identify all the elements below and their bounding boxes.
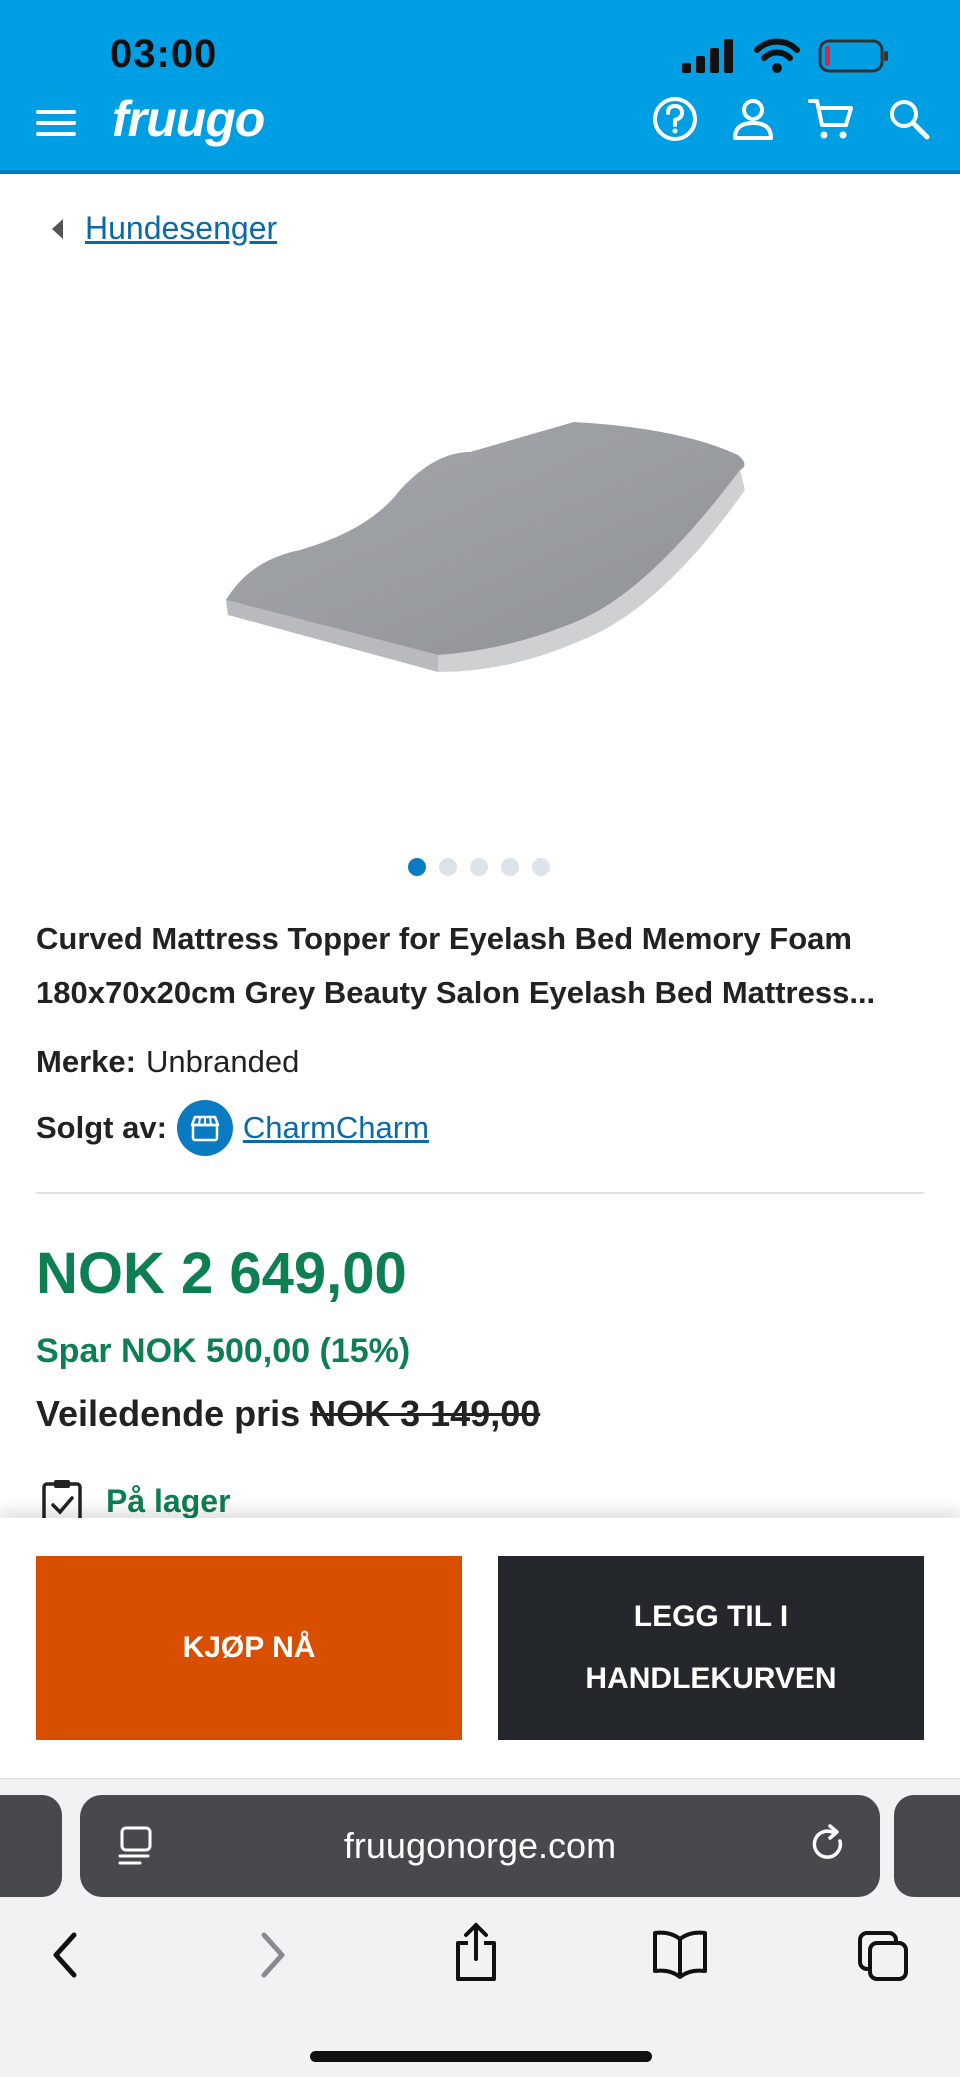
action-bar: KJØP NÅ LEGG TIL I HANDLEKURVEN: [0, 1518, 960, 1778]
rrp-row: Veiledende pris NOK 3 149,00: [36, 1393, 540, 1435]
rrp-label: Veiledende pris: [36, 1393, 301, 1434]
battery-icon: [818, 39, 888, 73]
product-title: Curved Mattress Topper for Eyelash Bed M…: [36, 921, 876, 1010]
url-text: fruugonorge.com: [343, 1825, 617, 1866]
gallery-dot[interactable]: [501, 858, 519, 876]
seller-label: Solgt av:: [36, 1110, 167, 1145]
search-icon[interactable]: [888, 98, 930, 140]
breadcrumb: Hundesenger: [52, 210, 277, 247]
wifi-icon: [754, 38, 800, 73]
header-icons: [652, 96, 930, 142]
divider: [36, 1192, 924, 1194]
brand-value: Unbranded: [145, 1044, 300, 1079]
address-bar[interactable]: fruugonorge.com: [80, 1795, 880, 1897]
store-icon[interactable]: [176, 1100, 233, 1156]
reload-icon[interactable]: [806, 1823, 850, 1867]
gallery-dot[interactable]: [532, 858, 550, 876]
help-icon[interactable]: [652, 96, 698, 142]
gallery-dots: [408, 858, 550, 876]
bookmarks-icon[interactable]: [652, 1929, 708, 1979]
browser-toolbar: fruugonorge.com: [0, 1778, 960, 2077]
add-to-cart-label-line1: LEGG TIL I: [633, 1600, 789, 1633]
forward-icon[interactable]: [256, 1929, 290, 1981]
brand-label: Merke:: [36, 1044, 136, 1079]
browser-nav: [0, 1923, 960, 2009]
cart-icon[interactable]: [808, 97, 854, 141]
gallery-dot[interactable]: [439, 858, 457, 876]
rrp-value: NOK 3 149,00: [310, 1393, 541, 1434]
seller-link[interactable]: CharmCharm: [243, 1110, 429, 1146]
status-time: 03:00: [110, 32, 218, 76]
breadcrumb-link[interactable]: Hundesenger: [85, 210, 277, 247]
share-icon[interactable]: [452, 1921, 500, 1983]
account-icon[interactable]: [732, 97, 774, 141]
home-indicator: [310, 2051, 652, 2062]
price: NOK 2 649,00: [36, 1241, 407, 1306]
menu-icon[interactable]: [36, 106, 76, 140]
status-icons: [682, 38, 890, 74]
savings: Spar NOK 500,00 (15%): [36, 1332, 411, 1370]
back-icon[interactable]: [48, 1929, 82, 1981]
stock-label: På lager: [106, 1482, 231, 1519]
site-header: fruugo: [0, 91, 960, 174]
buy-now-button[interactable]: KJØP NÅ: [36, 1556, 462, 1740]
gallery-dot[interactable]: [408, 858, 426, 876]
gallery-dot[interactable]: [470, 858, 488, 876]
tabs-icon[interactable]: [856, 1929, 910, 1983]
next-tab[interactable]: [894, 1795, 960, 1897]
add-to-cart-label-line2: HANDLEKURVEN: [585, 1662, 837, 1695]
add-to-cart-button[interactable]: LEGG TIL I HANDLEKURVEN: [498, 1556, 924, 1740]
buy-now-label: KJØP NÅ: [182, 1631, 316, 1664]
back-arrow-icon[interactable]: [52, 218, 63, 239]
product-image[interactable]: [210, 380, 770, 680]
brand-row: Merke: Unbranded: [36, 1044, 299, 1080]
seller-row: Solgt av: CharmCharm: [36, 1100, 429, 1156]
fruugo-logo[interactable]: fruugo: [112, 90, 265, 148]
signal-icon: [682, 39, 733, 73]
previous-tab[interactable]: [0, 1795, 62, 1897]
